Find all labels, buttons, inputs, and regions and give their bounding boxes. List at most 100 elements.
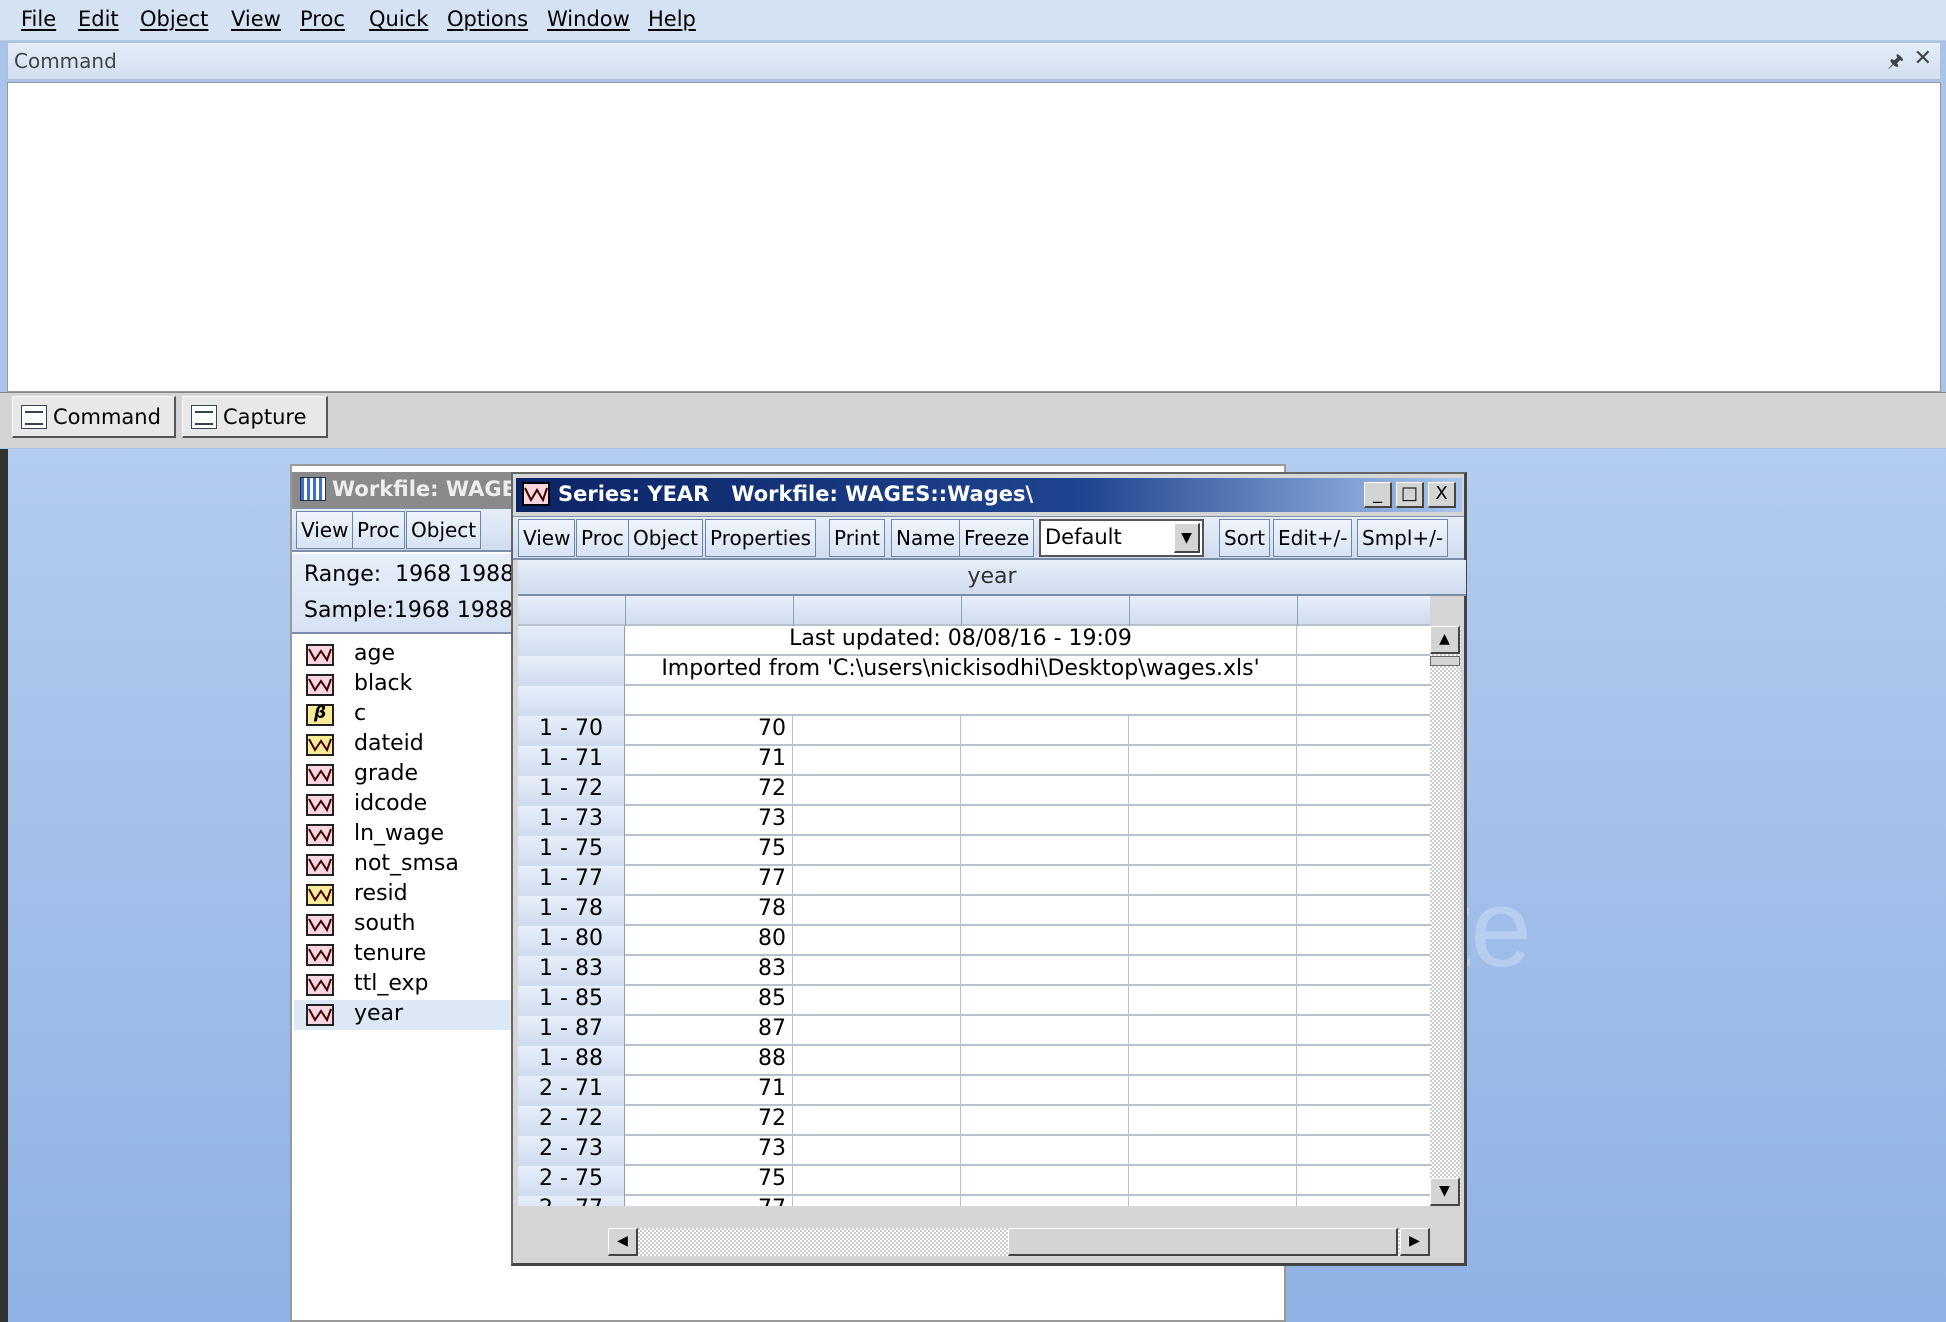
empty-cell[interactable]	[961, 836, 1129, 866]
menu-proc[interactable]: Proc	[300, 7, 345, 31]
series-freeze-button[interactable]: Freeze	[959, 519, 1035, 557]
workfile-object-button[interactable]: Object	[406, 511, 482, 549]
workfile-item-south[interactable]: south	[294, 910, 514, 940]
workfile-item-ln_wage[interactable]: ln_wage	[294, 820, 514, 850]
workfile-item-resid[interactable]: resid	[294, 880, 514, 910]
empty-cell[interactable]	[1297, 806, 1430, 836]
table-row[interactable]: 1 - 72 72	[518, 776, 1430, 806]
empty-cell[interactable]	[1129, 1106, 1297, 1136]
table-row[interactable]: 1 - 85 85	[518, 986, 1430, 1016]
empty-cell[interactable]	[793, 986, 961, 1016]
table-row[interactable]: 1 - 83 83	[518, 956, 1430, 986]
menu-options[interactable]: Options	[447, 7, 528, 31]
workfile-proc-button[interactable]: Proc	[352, 511, 405, 549]
menu-object[interactable]: Object	[140, 7, 208, 31]
value-cell[interactable]: 73	[625, 1136, 793, 1166]
workfile-item-year[interactable]: year	[294, 1000, 514, 1030]
empty-cell[interactable]	[1297, 986, 1430, 1016]
workfile-item-c[interactable]: βc	[294, 700, 514, 730]
empty-cell[interactable]	[1297, 956, 1430, 986]
close-icon[interactable]: ✕	[1914, 46, 1932, 71]
empty-cell[interactable]	[1297, 836, 1430, 866]
empty-cell[interactable]	[1297, 1136, 1430, 1166]
empty-cell[interactable]	[961, 1136, 1129, 1166]
empty-cell[interactable]	[1129, 896, 1297, 926]
value-cell[interactable]: 77	[625, 1196, 793, 1206]
empty-cell[interactable]	[1129, 716, 1297, 746]
empty-cell[interactable]	[793, 1196, 961, 1206]
empty-cell[interactable]	[793, 926, 961, 956]
value-cell[interactable]: 72	[625, 776, 793, 806]
chevron-down-icon[interactable]: ▼	[1174, 523, 1200, 553]
empty-cell[interactable]	[1129, 1166, 1297, 1196]
empty-cell[interactable]	[793, 956, 961, 986]
series-view-button[interactable]: View	[518, 519, 576, 557]
workfile-item-idcode[interactable]: idcode	[294, 790, 514, 820]
empty-cell[interactable]	[793, 1046, 961, 1076]
empty-cell[interactable]	[793, 836, 961, 866]
tab-capture[interactable]: Capture	[182, 396, 328, 438]
value-cell[interactable]: 78	[625, 896, 793, 926]
empty-cell[interactable]	[1129, 806, 1297, 836]
empty-cell[interactable]	[793, 1166, 961, 1196]
value-cell[interactable]: 85	[625, 986, 793, 1016]
value-cell[interactable]: 73	[625, 806, 793, 836]
series-properties-button[interactable]: Properties	[705, 519, 817, 557]
table-row[interactable]: 1 - 71 71	[518, 746, 1430, 776]
empty-cell[interactable]	[961, 1196, 1129, 1206]
empty-cell[interactable]	[961, 986, 1129, 1016]
value-cell[interactable]: 71	[625, 746, 793, 776]
scroll-right-button[interactable]: ▶	[1400, 1228, 1430, 1256]
table-row[interactable]: 2 - 75 75	[518, 1166, 1430, 1196]
command-input-area[interactable]	[7, 82, 1941, 392]
table-row[interactable]: 2 - 72 72	[518, 1106, 1430, 1136]
value-cell[interactable]: 77	[625, 866, 793, 896]
range-value[interactable]: 1968 1988	[395, 562, 514, 587]
value-cell[interactable]: 87	[625, 1016, 793, 1046]
empty-cell[interactable]	[793, 1016, 961, 1046]
series-object-button[interactable]: Object	[628, 519, 704, 557]
series-title-bar[interactable]: _ □ X Series: YEAR Workfile: WAGES::Wage…	[516, 478, 1462, 512]
workfile-item-black[interactable]: black	[294, 670, 514, 700]
empty-cell[interactable]	[1297, 716, 1430, 746]
menu-edit[interactable]: Edit	[78, 7, 119, 31]
empty-cell[interactable]	[1297, 1106, 1430, 1136]
menu-view[interactable]: View	[231, 7, 281, 31]
value-cell[interactable]: 83	[625, 956, 793, 986]
empty-cell[interactable]	[1129, 956, 1297, 986]
table-row[interactable]: 1 - 88 88	[518, 1046, 1430, 1076]
series-window[interactable]: _ □ X Series: YEAR Workfile: WAGES::Wage…	[511, 472, 1467, 1266]
workfile-item-ttl_exp[interactable]: ttl_exp	[294, 970, 514, 1000]
scroll-thumb[interactable]	[1430, 656, 1460, 666]
empty-cell[interactable]	[961, 746, 1129, 776]
empty-cell[interactable]	[793, 1076, 961, 1106]
tab-command[interactable]: Command	[12, 396, 176, 438]
series-name-button[interactable]: Name	[891, 519, 961, 557]
empty-cell[interactable]	[961, 956, 1129, 986]
empty-cell[interactable]	[793, 806, 961, 836]
empty-cell[interactable]	[1129, 866, 1297, 896]
empty-cell[interactable]	[961, 1016, 1129, 1046]
empty-cell[interactable]	[1129, 926, 1297, 956]
maximize-button[interactable]: □	[1396, 482, 1424, 508]
empty-cell[interactable]	[1129, 986, 1297, 1016]
table-row[interactable]: 1 - 70 70	[518, 716, 1430, 746]
close-button[interactable]: X	[1428, 482, 1456, 508]
empty-cell[interactable]	[961, 806, 1129, 836]
series-print-button[interactable]: Print	[829, 519, 886, 557]
value-cell[interactable]: 75	[625, 836, 793, 866]
empty-cell[interactable]	[961, 776, 1129, 806]
h-scroll-thumb[interactable]	[1008, 1228, 1398, 1256]
table-row[interactable]: 1 - 78 78	[518, 896, 1430, 926]
scroll-down-button[interactable]: ▼	[1430, 1178, 1460, 1206]
table-row[interactable]: 2 - 73 73	[518, 1136, 1430, 1166]
empty-cell[interactable]	[1297, 1196, 1430, 1206]
display-dropdown[interactable]: Default ▼	[1039, 519, 1204, 557]
series-smpl-button[interactable]: Smpl+/-	[1357, 519, 1449, 557]
empty-cell[interactable]	[1129, 1046, 1297, 1076]
table-row[interactable]: 2 - 71 71	[518, 1076, 1430, 1106]
table-row[interactable]: 1 - 73 73	[518, 806, 1430, 836]
scroll-up-button[interactable]: ▲	[1430, 626, 1460, 654]
value-cell[interactable]: 75	[625, 1166, 793, 1196]
menu-window[interactable]: Window	[547, 7, 630, 31]
